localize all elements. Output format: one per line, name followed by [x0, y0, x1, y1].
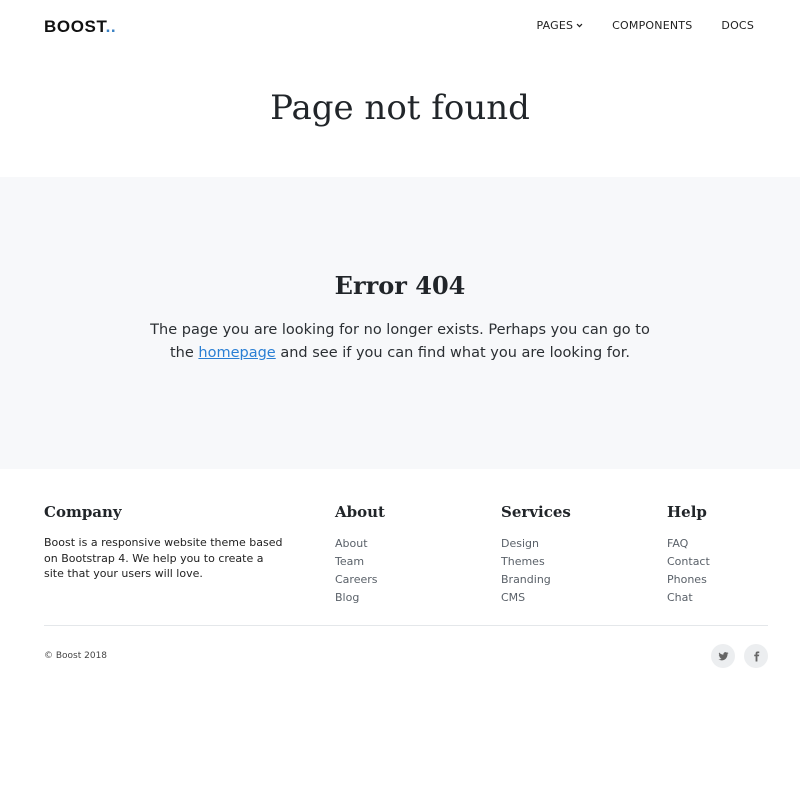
footer-heading-help: Help — [667, 503, 707, 521]
navbar: BOOST.. PAGES COMPONENTS DOCS — [0, 0, 800, 54]
footer-link-cms[interactable]: CMS — [501, 589, 571, 607]
nav-item-pages[interactable]: PAGES — [536, 19, 583, 32]
footer-about-links: About Team Careers Blog — [335, 535, 385, 607]
footer-link-careers[interactable]: Careers — [335, 571, 385, 589]
error-heading: Error 404 — [334, 271, 466, 300]
footer-link-contact[interactable]: Contact — [667, 553, 710, 571]
twitter-icon — [717, 651, 729, 660]
footer-link-chat[interactable]: Chat — [667, 589, 710, 607]
footer-heading-company: Company — [44, 503, 122, 521]
company-description: Boost is a responsive website theme base… — [44, 536, 283, 580]
footer-link-about[interactable]: About — [335, 535, 385, 553]
main-nav: PAGES COMPONENTS DOCS — [536, 19, 754, 32]
error-message: The page you are looking for no longer e… — [150, 319, 650, 365]
footer-link-design[interactable]: Design — [501, 535, 571, 553]
footer-link-branding[interactable]: Branding — [501, 571, 571, 589]
footer-link-phones[interactable]: Phones — [667, 571, 710, 589]
nav-item-label: PAGES — [536, 19, 574, 32]
footer-company: Company Boost is a responsive website th… — [44, 503, 284, 582]
nav-item-label: COMPONENTS — [612, 19, 693, 32]
error-text-after: and see if you can find what you are loo… — [275, 345, 630, 361]
footer-about: About About Team Careers Blog — [335, 503, 385, 607]
footer-services-links: Design Themes Branding CMS — [501, 535, 571, 607]
nav-item-label: DOCS — [721, 19, 754, 32]
brand-dots: .. — [105, 17, 117, 36]
footer-divider — [44, 625, 768, 626]
error-section: Error 404 The page you are looking for n… — [0, 177, 800, 469]
footer-link-faq[interactable]: FAQ — [667, 535, 710, 553]
twitter-button[interactable] — [711, 644, 735, 668]
footer-services: Services Design Themes Branding CMS — [501, 503, 571, 607]
facebook-button[interactable] — [744, 644, 768, 668]
brand-logo[interactable]: BOOST.. — [44, 17, 116, 37]
footer-help: Help FAQ Contact Phones Chat — [667, 503, 710, 607]
social-links — [711, 644, 768, 668]
footer-link-blog[interactable]: Blog — [335, 589, 385, 607]
footer: Company Boost is a responsive website th… — [0, 469, 800, 800]
chevron-down-icon — [576, 23, 583, 28]
footer-link-themes[interactable]: Themes — [501, 553, 571, 571]
footer-help-links: FAQ Contact Phones Chat — [667, 535, 710, 607]
copyright: © Boost 2018 — [44, 651, 108, 661]
brand-name: BOOST — [44, 17, 106, 36]
footer-link-team[interactable]: Team — [335, 553, 385, 571]
facebook-icon — [753, 650, 759, 662]
homepage-link[interactable]: homepage — [198, 345, 275, 361]
footer-heading-services: Services — [501, 503, 571, 521]
nav-item-docs[interactable]: DOCS — [721, 19, 754, 32]
nav-item-components[interactable]: COMPONENTS — [612, 19, 692, 32]
page-title: Page not found — [270, 88, 530, 128]
footer-heading-about: About — [335, 503, 385, 521]
